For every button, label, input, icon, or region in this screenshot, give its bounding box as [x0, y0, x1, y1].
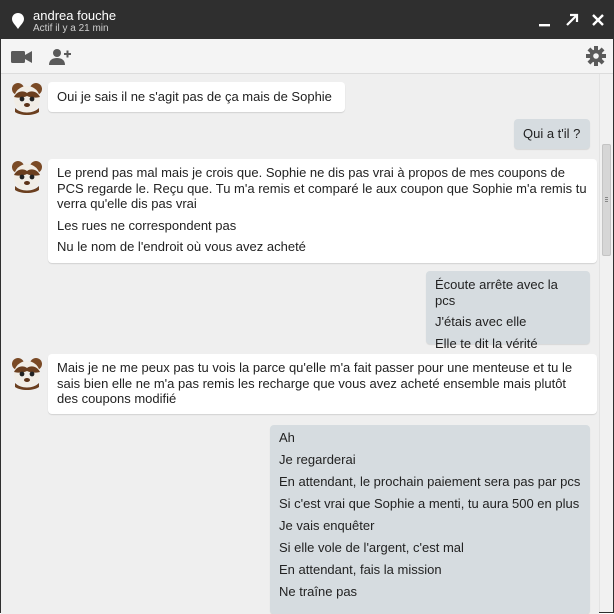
message-text: Oui je sais il ne s'agit pas de ça mais … [57, 89, 332, 104]
title-bar[interactable]: andrea fouche Actif il y a 21 min [1, 1, 613, 39]
message-text: Ne traîne pas [279, 584, 358, 599]
message-text: Nu le nom de l'endroit où vous avez ache… [57, 239, 306, 254]
scrollbar-thumb[interactable] [602, 144, 611, 256]
close-icon[interactable] [589, 11, 607, 29]
message-text: En attendant, fais la mission [279, 562, 442, 577]
settings-gear-icon[interactable] [586, 46, 606, 66]
message-text: Qui a t'il ? [523, 126, 581, 141]
message-text: Je regarderai [279, 452, 356, 467]
contact-name: andrea fouche [33, 8, 117, 23]
message-text: J'étais avec elle [435, 314, 527, 329]
message-bubble-incoming: Oui je sais il ne s'agit pas de ça mais … [48, 82, 345, 112]
message-text: Si c'est vrai que Sophie a menti, tu aur… [279, 496, 580, 511]
message-bubble-outgoing: Écoute arrête avec la pcs J'étais avec e… [426, 271, 590, 351]
popout-icon[interactable] [563, 11, 581, 29]
message-text: En attendant, le prochain paiement sera … [279, 474, 581, 489]
message-text: Écoute arrête avec la pcs [435, 277, 558, 308]
message-text: Elle te dit la vérité [435, 335, 538, 351]
message-bubble-outgoing: Ah Je regarderai En attendant, le procha… [270, 425, 590, 614]
message-text: Je vais enquêter [279, 518, 375, 533]
message-text: Ah [279, 430, 295, 445]
grip-line [605, 199, 608, 200]
chat-window: andrea fouche Actif il y a 21 min Oui je… [0, 0, 614, 614]
message-text: Mais je ne me peux pas tu vois la parce … [57, 360, 573, 406]
grip-line [605, 201, 608, 202]
location-pin-icon [12, 13, 24, 29]
vertical-scrollbar[interactable] [599, 74, 613, 612]
chat-toolbar [1, 39, 613, 74]
add-person-icon[interactable] [49, 48, 71, 66]
grip-line [605, 197, 608, 198]
contact-avatar-icon[interactable] [9, 158, 45, 194]
contact-avatar-icon[interactable] [9, 80, 45, 116]
message-bubble-incoming: Mais je ne me peux pas tu vois la parce … [48, 354, 597, 414]
message-list[interactable]: Oui je sais il ne s'agit pas de ça mais … [1, 74, 599, 614]
video-call-icon[interactable] [11, 50, 33, 64]
contact-avatar-icon[interactable] [9, 355, 45, 391]
minimize-icon[interactable] [536, 11, 554, 29]
message-text: Si elle vole de l'argent, c'est mal [279, 540, 464, 555]
contact-status: Actif il y a 21 min [33, 23, 109, 34]
message-bubble-incoming: Le prend pas mal mais je crois que. Soph… [48, 159, 597, 263]
message-text: Les rues ne correspondent pas [57, 217, 237, 233]
message-bubble-outgoing: Qui a t'il ? [514, 119, 590, 149]
message-text: Le prend pas mal mais je crois que. Soph… [57, 165, 587, 211]
